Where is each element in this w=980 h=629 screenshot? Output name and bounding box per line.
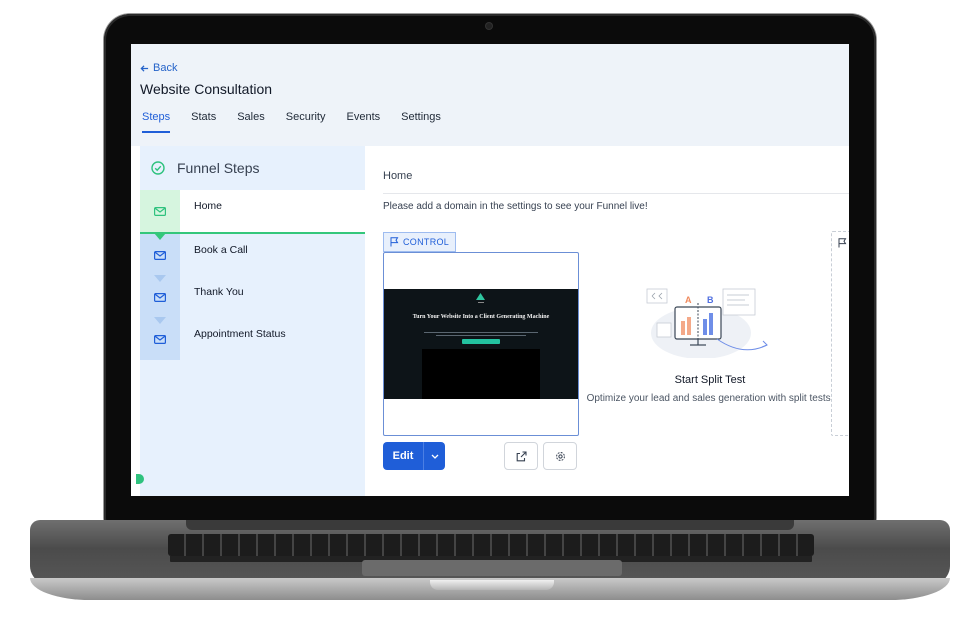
tab-settings[interactable]: Settings bbox=[401, 111, 441, 133]
sidebar-step-home[interactable]: Home bbox=[140, 190, 365, 234]
step-icon-column bbox=[140, 190, 180, 232]
app-screen: Back Website Consultation Steps Stats Sa… bbox=[131, 44, 849, 496]
step-label: Appointment Status bbox=[194, 328, 286, 340]
gear-icon bbox=[555, 451, 565, 461]
step-icon-column bbox=[140, 234, 180, 276]
preview-body-line bbox=[436, 335, 526, 336]
breadcrumb: Home bbox=[383, 170, 413, 182]
sidebar-step-appointment-status[interactable]: Appointment Status bbox=[140, 317, 365, 360]
edit-dropdown-toggle[interactable] bbox=[424, 454, 445, 459]
step-icon-column bbox=[140, 276, 180, 318]
arrow-left-icon bbox=[140, 64, 149, 72]
tab-events[interactable]: Events bbox=[347, 111, 381, 133]
step-label: Home bbox=[194, 200, 223, 212]
page-title: Website Consultation bbox=[140, 81, 273, 97]
webcam bbox=[486, 23, 492, 29]
external-link-icon bbox=[516, 450, 527, 461]
edit-button[interactable]: Edit bbox=[383, 442, 445, 470]
laptop-trackpad bbox=[362, 560, 622, 576]
sidebar-step-thank-you[interactable]: Thank You bbox=[140, 275, 365, 318]
sidebar-step-book-a-call[interactable]: Book a Call bbox=[140, 233, 365, 276]
divider bbox=[383, 193, 849, 194]
tab-stats[interactable]: Stats bbox=[191, 111, 216, 133]
tab-bar: Steps Stats Sales Security Events Settin… bbox=[142, 111, 462, 133]
preview-cta-button bbox=[462, 339, 500, 344]
preview-logo-icon bbox=[476, 293, 485, 300]
split-test-description: Optimize your lead and sales generation … bbox=[586, 393, 834, 404]
preview-hero: Turn Your Website Into a Client Generati… bbox=[384, 289, 578, 399]
funnel-steps-sidebar: Funnel Steps Home Book a Call Thank You bbox=[136, 146, 365, 496]
envelope-icon bbox=[154, 292, 166, 302]
split-label-a: A bbox=[685, 295, 692, 305]
split-test-illustration: A B bbox=[646, 288, 768, 358]
step-connector bbox=[154, 275, 166, 282]
back-label: Back bbox=[153, 62, 178, 74]
add-variant-card[interactable] bbox=[831, 231, 849, 436]
envelope-icon bbox=[154, 206, 166, 216]
laptop-keyboard bbox=[168, 534, 814, 556]
chevron-down-icon bbox=[431, 454, 438, 459]
split-test-title[interactable]: Start Split Test bbox=[585, 374, 835, 386]
laptop-notch bbox=[430, 580, 554, 590]
sidebar-heading: Funnel Steps bbox=[140, 146, 365, 191]
sidebar-heading-label: Funnel Steps bbox=[177, 160, 260, 176]
tab-security[interactable]: Security bbox=[286, 111, 326, 133]
step-connector bbox=[154, 233, 166, 240]
edit-button-label: Edit bbox=[392, 450, 414, 462]
domain-notice: Please add a domain in the settings to s… bbox=[383, 201, 648, 212]
step-detail-panel: Home Please add a domain in the settings… bbox=[365, 146, 849, 496]
check-circle-icon bbox=[151, 161, 165, 175]
step-label: Thank You bbox=[194, 286, 244, 298]
flag-icon bbox=[838, 238, 847, 248]
control-badge: CONTROL bbox=[383, 232, 457, 252]
control-badge-label: CONTROL bbox=[403, 237, 450, 247]
step-label: Book a Call bbox=[194, 244, 248, 256]
tab-steps[interactable]: Steps bbox=[142, 111, 171, 133]
tab-sales[interactable]: Sales bbox=[237, 111, 265, 133]
flag-icon bbox=[390, 237, 399, 247]
open-external-button[interactable] bbox=[504, 442, 538, 470]
step-settings-button[interactable] bbox=[543, 442, 577, 470]
page-preview-thumbnail[interactable]: Turn Your Website Into a Client Generati… bbox=[383, 252, 579, 436]
page-header: Back Website Consultation Steps Stats Sa… bbox=[131, 44, 849, 146]
preview-body-line bbox=[424, 332, 538, 333]
preview-headline: Turn Your Website Into a Client Generati… bbox=[412, 314, 550, 320]
back-link[interactable]: Back bbox=[140, 62, 177, 74]
step-icon-column bbox=[140, 318, 180, 360]
step-connector bbox=[154, 317, 166, 324]
split-label-b: B bbox=[707, 295, 714, 305]
laptop-hinge bbox=[186, 520, 794, 530]
preview-video bbox=[422, 349, 540, 399]
envelope-icon bbox=[154, 334, 166, 344]
envelope-icon bbox=[154, 250, 166, 260]
status-indicator bbox=[136, 474, 144, 484]
preview-logo-text bbox=[478, 302, 484, 303]
